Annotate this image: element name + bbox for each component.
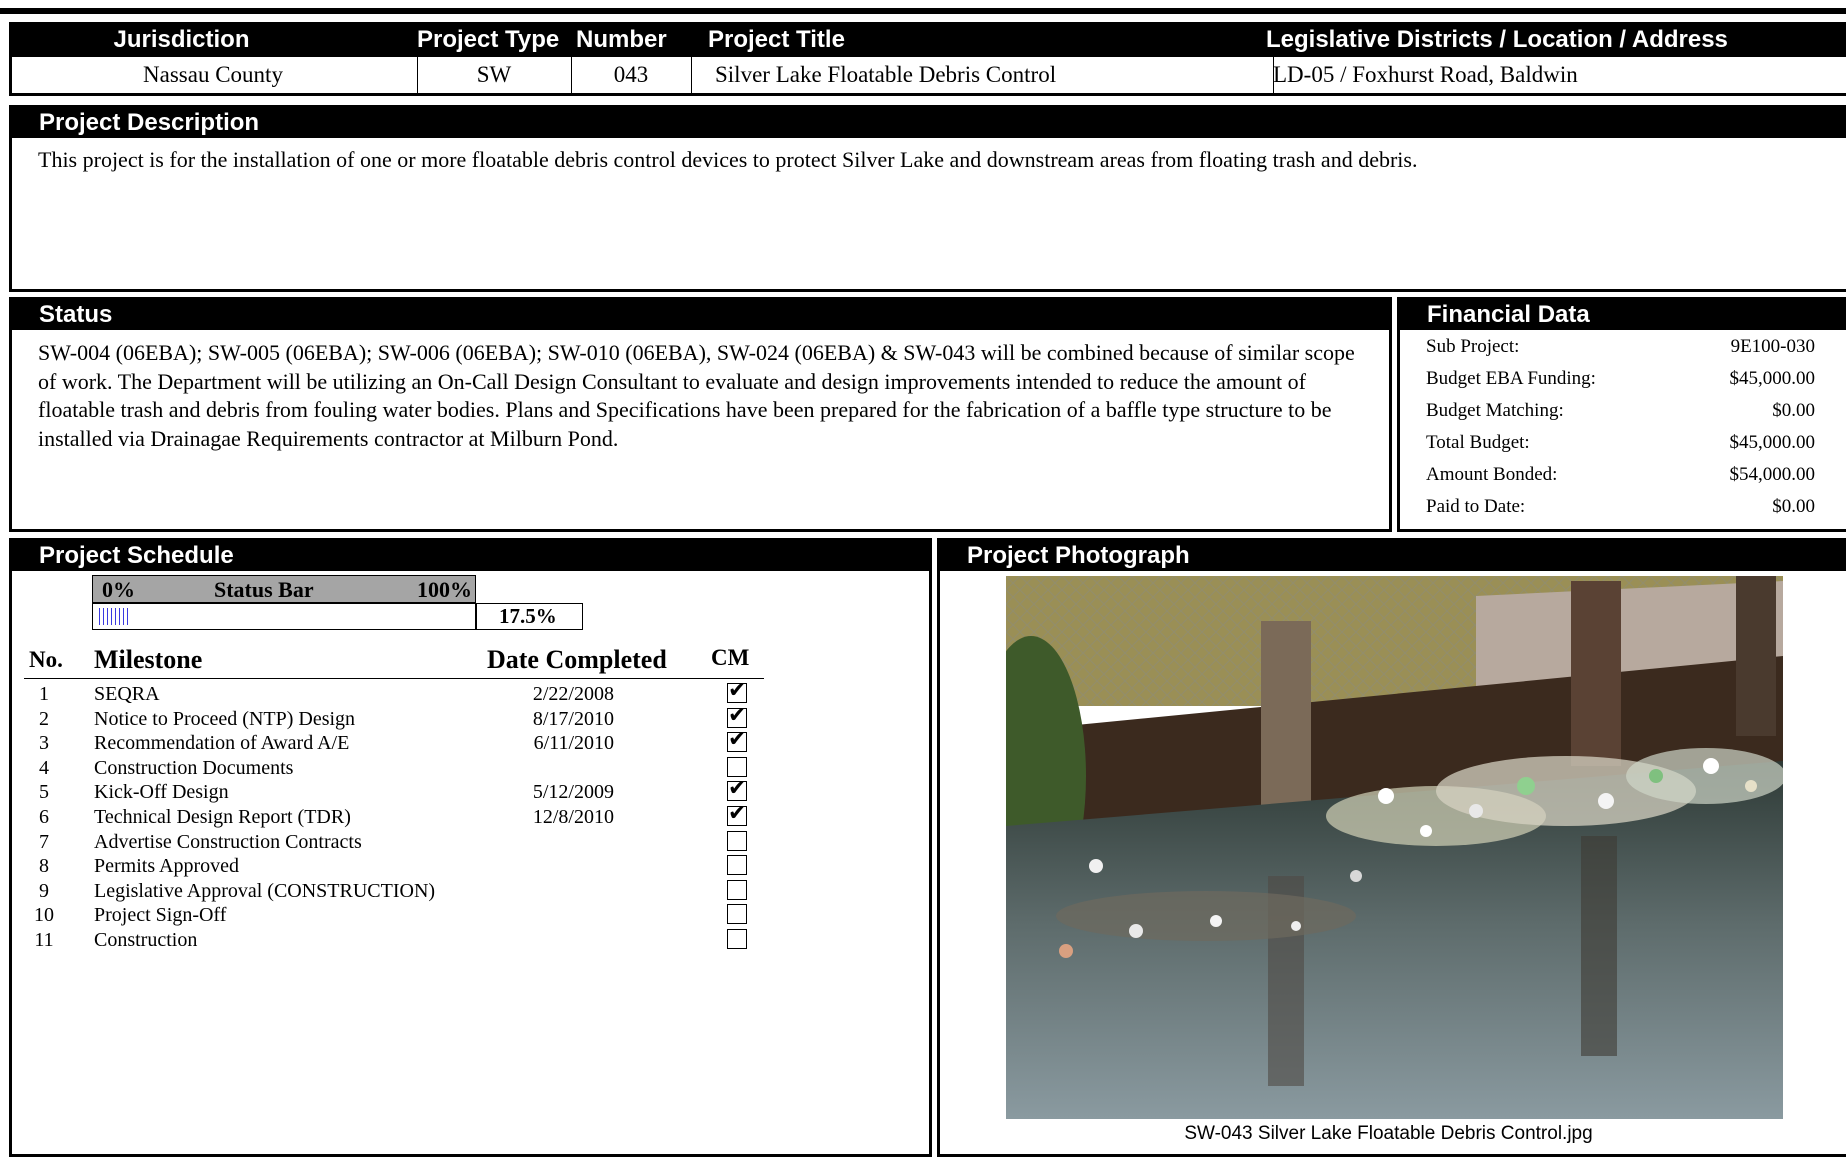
checkmark-icon: ✔ [728,801,747,826]
cm-checkbox[interactable] [727,879,747,900]
status-percent: 17.5% [476,603,583,630]
project-schedule-section: Project Schedule 0% Status Bar 100% 17.5… [9,538,932,1157]
cm-checkbox[interactable] [727,904,747,925]
header-values-row: Nassau County SW 043 Silver Lake Floatab… [9,57,1846,96]
status-bar-min-label: 0% [102,577,135,602]
milestone-name: Construction [94,929,198,951]
description-text: This project is for the installation of … [38,147,1418,172]
header-milestone: Milestone [94,645,203,674]
checkmark-icon: ✔ [728,727,747,753]
financial-row: Budget Matching: $0.00 [1426,400,1815,432]
col-project-type: Project Type [417,26,560,53]
checkmark-icon: ✔ [728,702,747,728]
financial-row: Sub Project: 9E100-030 [1426,336,1815,368]
financial-value: $45,000.00 [1729,432,1816,453]
jurisdiction-value: Nassau County [9,57,418,93]
milestone-row: 11 Construction [24,926,764,955]
financial-label: Sub Project: [1426,336,1520,357]
cm-checkbox[interactable] [727,929,747,949]
milestone-number: 11 [34,929,54,951]
financial-row: Paid to Date: $0.00 [1426,496,1815,528]
status-bar-max-label: 100% [417,577,472,602]
status-bar-header: 0% Status Bar 100% [92,575,476,603]
financial-row: Budget EBA Funding: $45,000.00 [1426,368,1815,400]
photo-image [1006,576,1783,1119]
cm-checkbox[interactable]: ✔ [727,728,747,753]
status-progress-fill [99,608,131,625]
cm-checkbox[interactable] [727,756,747,777]
checkmark-icon: ✔ [728,776,747,802]
project-type-value: SW [417,57,572,93]
status-text: SW-004 (06EBA); SW-005 (06EBA); SW-006 (… [38,340,1355,451]
financial-value: $0.00 [1772,496,1815,517]
status-bar-label: Status Bar [214,577,314,602]
financial-data-section: Financial Data Sub Project: 9E100-030 Bud… [1397,297,1846,532]
financial-value: $45,000.00 [1729,368,1816,389]
financial-value: $0.00 [1772,400,1815,421]
top-rule [0,8,1846,14]
photo-caption: SW-043 Silver Lake Floatable Debris Cont… [1184,1123,1593,1144]
financial-label: Budget EBA Funding: [1426,368,1596,389]
col-number: Number [576,26,667,53]
cm-checkbox[interactable]: ✔ [727,703,747,728]
project-photo [1006,576,1783,1119]
cm-checkbox[interactable] [727,830,747,851]
col-jurisdiction: Jurisdiction [113,26,250,53]
status-section: Status SW-004 (06EBA); SW-005 (06EBA); S… [9,297,1392,532]
project-photograph-section: Project Photograph SW-043 Silver Lake Fl… [937,538,1846,1157]
number-value: 043 [571,57,692,93]
col-project-title: Project Title [708,26,845,53]
header-date-completed: Date Completed [487,645,667,674]
section-title: Project Schedule [12,541,929,571]
project-title-value: Silver Lake Floatable Debris Control [691,57,1274,93]
financial-label: Amount Bonded: [1426,464,1558,485]
financial-label: Total Budget: [1426,432,1530,453]
section-title: Financial Data [1400,300,1846,330]
financial-value: 9E100-030 [1730,336,1815,357]
financial-row: Amount Bonded: $54,000.00 [1426,464,1815,496]
header-no: No. [29,647,63,672]
financial-value: $54,000.00 [1729,464,1816,485]
header-cm: CM [711,645,750,670]
location-value: LD-05 / Foxhurst Road, Baldwin [1273,62,1578,87]
cm-checkbox[interactable]: ✔ [727,679,747,703]
section-title: Project Photograph [940,541,1846,571]
financial-label: Paid to Date: [1426,496,1526,517]
header-row: Jurisdiction Project Type Number Project… [9,22,1846,57]
checkmark-icon: ✔ [728,678,747,703]
financial-label: Budget Matching: [1426,400,1564,421]
cm-checkbox[interactable] [727,855,747,876]
col-location: Legislative Districts / Location / Addre… [1266,26,1728,53]
section-title: Project Description [12,108,1846,138]
section-title: Status [12,300,1389,330]
status-progress-bar [92,603,476,630]
cm-checkbox[interactable]: ✔ [727,777,747,802]
cm-checkbox[interactable]: ✔ [727,802,747,826]
project-description-section: Project Description This project is for … [9,105,1846,292]
financial-row: Total Budget: $45,000.00 [1426,432,1815,464]
milestone-table-header: No. Milestone Date Completed CM [24,639,764,679]
